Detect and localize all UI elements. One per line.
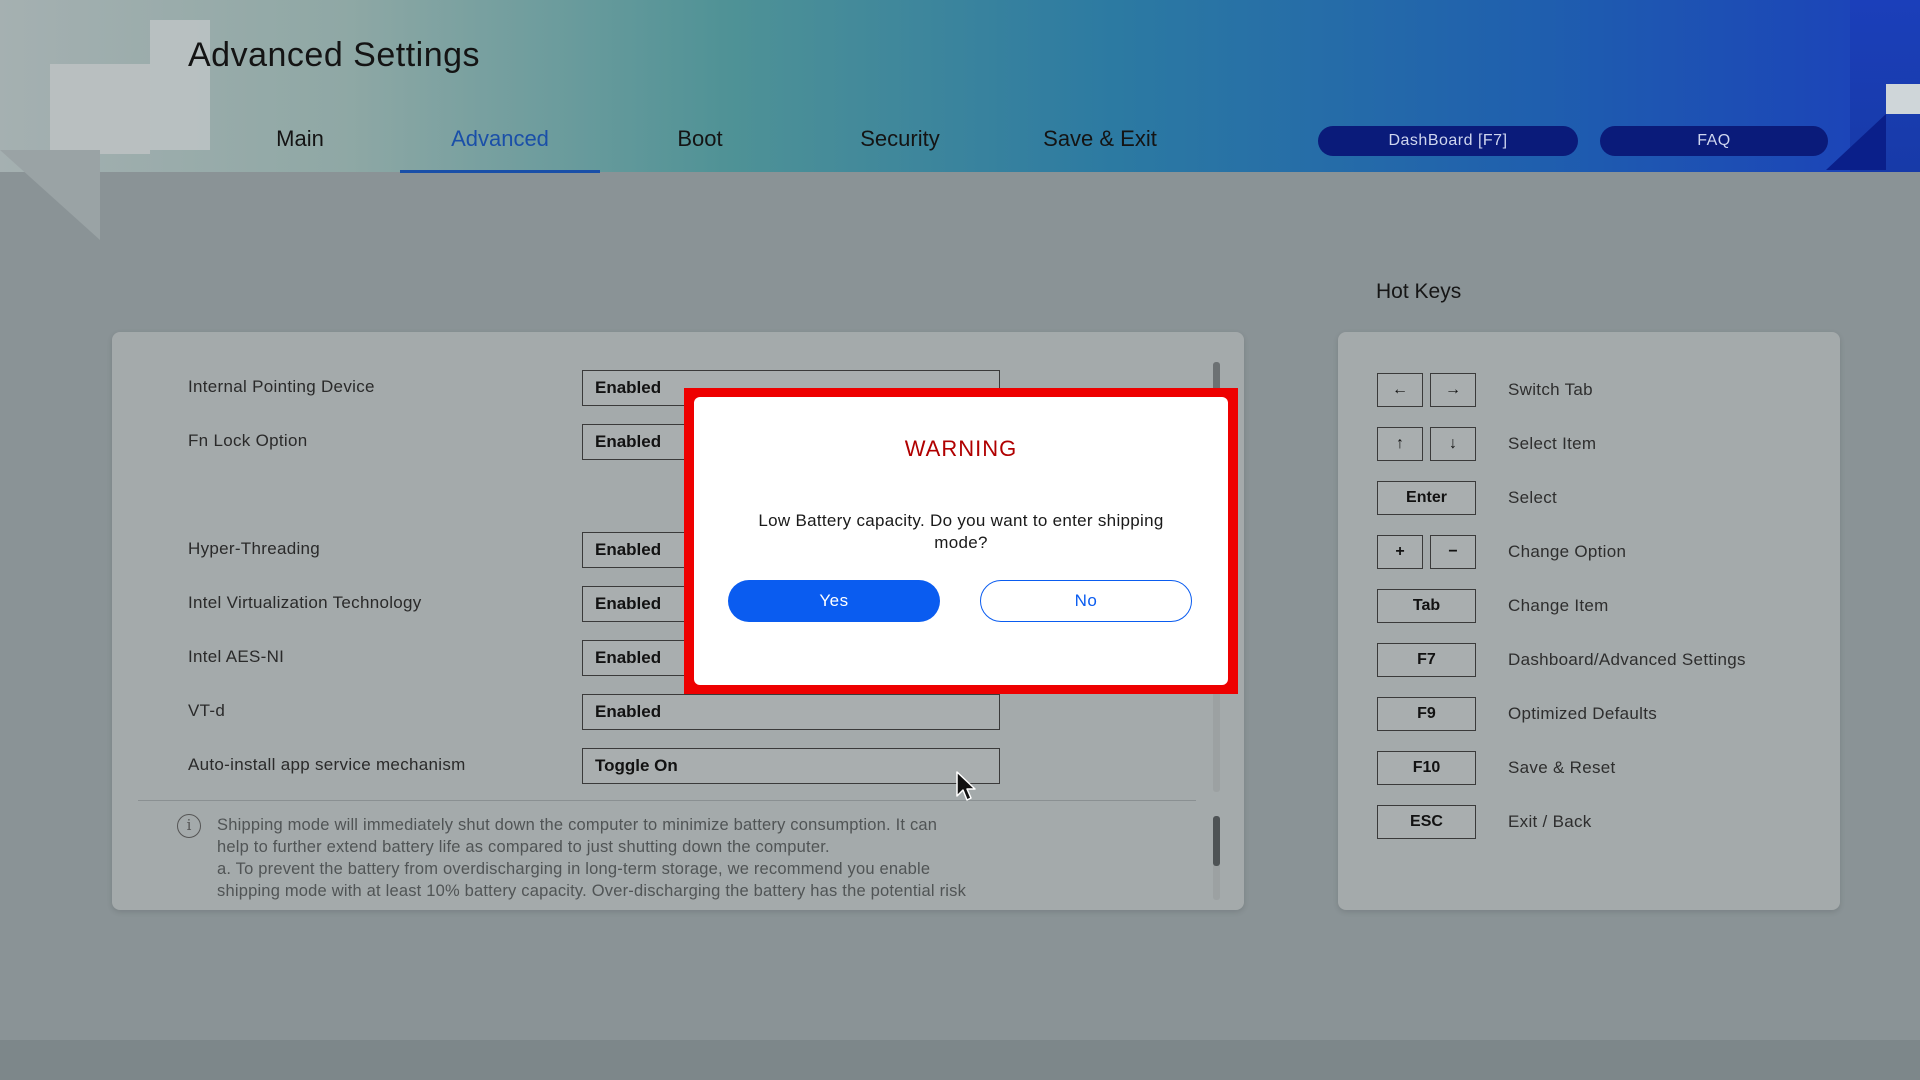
key-right-arrow: → (1430, 373, 1476, 407)
info-icon: i (177, 814, 201, 838)
tab-save-exit[interactable]: Save & Exit (1020, 126, 1180, 152)
decor-shape (50, 64, 150, 154)
hotkey-desc: Dashboard/Advanced Settings (1508, 650, 1746, 669)
setting-label: Hyper-Threading (188, 539, 321, 558)
key-minus: − (1430, 535, 1476, 569)
yes-button[interactable]: Yes (728, 580, 940, 622)
info-line: help to further extend battery life as c… (217, 838, 830, 856)
hotkey-desc: Exit / Back (1508, 812, 1592, 831)
hotkey-desc: Change Option (1508, 542, 1627, 561)
info-text: Shipping mode will immediately shut down… (217, 814, 1117, 902)
tab-main[interactable]: Main (250, 126, 350, 152)
scrollbar-thumb[interactable] (1213, 816, 1220, 866)
key-esc: ESC (1377, 805, 1476, 839)
key-f7: F7 (1377, 643, 1476, 677)
decor-shape (0, 150, 100, 240)
divider (138, 800, 1196, 801)
active-tab-indicator (400, 170, 600, 173)
key-tab: Tab (1377, 589, 1476, 623)
info-line: shipping mode with at least 10% battery … (217, 882, 967, 900)
key-f10: F10 (1377, 751, 1476, 785)
info-line: Shipping mode will immediately shut down… (217, 816, 938, 834)
tab-advanced[interactable]: Advanced (400, 126, 600, 152)
tab-boot[interactable]: Boot (650, 126, 750, 152)
info-scrollbar[interactable] (1213, 816, 1220, 900)
decor-shape (1886, 84, 1920, 114)
hotkey-desc: Select (1508, 488, 1558, 507)
key-enter: Enter (1377, 481, 1476, 515)
dialog-title: WARNING (904, 436, 1018, 461)
key-left-arrow: ← (1377, 373, 1423, 407)
key-plus: + (1377, 535, 1423, 569)
dialog-message: Low Battery capacity. Do you want to ent… (758, 511, 1164, 552)
setting-label: Auto-install app service mechanism (188, 755, 466, 774)
setting-value-vt-d[interactable]: Enabled (582, 694, 1000, 730)
key-f9: F9 (1377, 697, 1476, 731)
hotkey-desc: Save & Reset (1508, 758, 1616, 777)
info-line: a. To prevent the battery from overdisch… (217, 860, 931, 878)
no-button[interactable]: No (980, 580, 1192, 622)
key-up-arrow: ↑ (1377, 427, 1423, 461)
setting-label: Intel AES-NI (188, 647, 285, 666)
hotkey-desc: Switch Tab (1508, 380, 1593, 399)
mouse-cursor-icon (956, 771, 976, 801)
setting-label: VT-d (188, 701, 226, 720)
setting-label: Fn Lock Option (188, 431, 308, 450)
dashboard-button[interactable]: DashBoard [F7] (1318, 126, 1578, 156)
hotkey-desc: Select Item (1508, 434, 1597, 453)
hotkey-desc: Optimized Defaults (1508, 704, 1658, 723)
footer-bar (0, 1040, 1920, 1080)
tab-security[interactable]: Security (830, 126, 970, 152)
key-down-arrow: ↓ (1430, 427, 1476, 461)
page-title: Advanced Settings (188, 36, 481, 74)
hotkey-desc: Change Item (1508, 596, 1609, 615)
decor-shape (1826, 114, 1886, 170)
hotkeys-title: Hot Keys (1376, 280, 1462, 303)
faq-button[interactable]: FAQ (1600, 126, 1828, 156)
setting-label: Internal Pointing Device (188, 377, 375, 396)
setting-value-auto-install-app-service[interactable]: Toggle On (582, 748, 1000, 784)
setting-label: Intel Virtualization Technology (188, 593, 422, 612)
